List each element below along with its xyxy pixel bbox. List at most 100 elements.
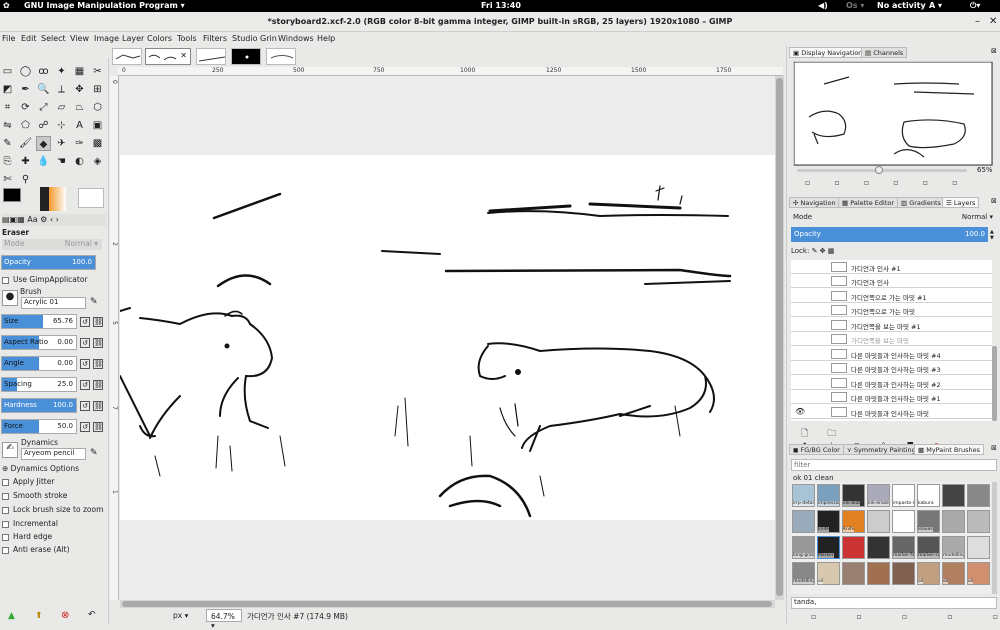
layer-row[interactable]: 가디언과 인사 #1 bbox=[791, 260, 992, 274]
flip-icon[interactable]: ⇋ bbox=[0, 118, 15, 133]
ellipse-select-icon[interactable]: ◯ bbox=[18, 64, 33, 79]
pencil-icon[interactable]: ✎ bbox=[0, 136, 15, 151]
color-select-icon[interactable]: ▦ bbox=[72, 64, 87, 79]
brush-item[interactable] bbox=[967, 484, 990, 507]
menu-colors[interactable]: Colors bbox=[147, 34, 172, 43]
menu-file[interactable]: File bbox=[2, 34, 15, 43]
measure-icon[interactable]: ⟂ bbox=[54, 82, 69, 97]
3d-transform-icon[interactable]: ⬡ bbox=[90, 100, 105, 115]
activity-status[interactable]: No activity bbox=[877, 1, 926, 10]
nav-buttons[interactable]: ▫▫▫▫▫▫ bbox=[805, 178, 982, 187]
layer-row[interactable]: 다른 마밋들과 인사하는 마밋 #1 bbox=[791, 390, 992, 404]
move-icon[interactable]: ✥ bbox=[72, 82, 87, 97]
tab-mypaint-brushes[interactable]: ▩ MyPaint Brushes bbox=[914, 444, 984, 455]
angle-reset-icon[interactable]: ↺ bbox=[80, 359, 90, 369]
brush-filter-input[interactable] bbox=[791, 459, 997, 471]
warp-icon[interactable]: ☍ bbox=[36, 118, 51, 133]
os-indicator[interactable]: Os ▾ bbox=[846, 1, 864, 10]
brush-item[interactable]: modelling bbox=[792, 562, 815, 585]
crop-icon[interactable]: ⌗ bbox=[0, 100, 15, 115]
tab-navigation[interactable]: ✣ Navigation bbox=[789, 197, 840, 208]
image-tab-active[interactable]: ✕ bbox=[145, 48, 191, 65]
layer-row[interactable]: 가디언쪽을 보는 마밋 #1 bbox=[791, 318, 992, 332]
perspective-icon[interactable]: ⏢ bbox=[72, 100, 87, 115]
scissors-select-icon[interactable]: ✂ bbox=[90, 64, 105, 79]
tab-layers[interactable]: ☰ Layers bbox=[942, 197, 980, 208]
canvas-area[interactable] bbox=[119, 76, 775, 600]
menu-windows[interactable]: Windows bbox=[278, 34, 314, 43]
menu-studio-grin[interactable]: Studio Grin bbox=[232, 34, 277, 43]
mode-select[interactable]: Mode Normal ▾ bbox=[2, 239, 102, 250]
vertical-scroll-thumb[interactable] bbox=[776, 78, 783, 596]
restore-tool-preset-icon[interactable]: ⬆ bbox=[35, 611, 43, 621]
brush-item[interactable]: Knife bbox=[842, 510, 865, 533]
layer-opacity-spin[interactable]: ▲ ▼ bbox=[990, 229, 994, 241]
brush-field[interactable]: Acrylic 01 bbox=[21, 297, 86, 309]
force-slider[interactable]: Force 50.0 bbox=[1, 419, 77, 434]
free-select-icon[interactable]: ꝏ bbox=[36, 64, 51, 79]
clock[interactable]: Fri 13:40 bbox=[481, 1, 521, 10]
brush-item[interactable] bbox=[892, 562, 915, 585]
fuzzy-select-icon[interactable]: ✦ bbox=[54, 64, 69, 79]
brush-item[interactable] bbox=[967, 536, 990, 559]
dynamics-field[interactable]: Aryeom pencil bbox=[21, 448, 86, 460]
bucket-fill-icon[interactable]: ◈ bbox=[90, 154, 105, 169]
blur-icon[interactable]: 💧 bbox=[36, 154, 51, 169]
active-brush-preview[interactable] bbox=[40, 187, 66, 211]
reset-tool-options-icon[interactable]: ↶ bbox=[88, 610, 96, 620]
brush-item[interactable] bbox=[867, 562, 890, 585]
smooth-stroke-checkbox[interactable] bbox=[2, 492, 9, 500]
brush-item[interactable] bbox=[967, 510, 990, 533]
menu-view[interactable]: View bbox=[70, 34, 89, 43]
paths-icon[interactable]: ✒ bbox=[18, 82, 33, 97]
brush-item[interactable]: oil bbox=[917, 562, 940, 585]
tab-symmetry-painting[interactable]: ⋎ Symmetry Painting bbox=[843, 444, 920, 455]
lock-position-icon[interactable]: ✥ bbox=[820, 247, 828, 255]
lock-alpha-icon[interactable]: ▦ bbox=[828, 247, 835, 255]
aspect-slider[interactable]: Aspect Ratio 0.00 bbox=[1, 335, 77, 350]
close-icon[interactable]: ✕ bbox=[989, 16, 997, 27]
size-link-icon[interactable]: ⛓ bbox=[93, 317, 103, 327]
size-slider[interactable]: Size 65.76 bbox=[1, 314, 77, 329]
brushes-dock-config-icon[interactable]: ⊠ bbox=[991, 444, 997, 452]
layer-row[interactable]: 👁 다른 마밋들과 인사하는 마밋 bbox=[791, 405, 992, 419]
brush-item[interactable]: long-grass bbox=[792, 536, 815, 559]
layer-row[interactable]: 다른 마밋들과 인사하는 마밋 #3 bbox=[791, 361, 992, 375]
cage-icon[interactable]: ⬠ bbox=[18, 118, 33, 133]
image-canvas[interactable] bbox=[119, 76, 775, 600]
brush-grid-scrollbar[interactable] bbox=[992, 482, 997, 594]
layer-row[interactable]: 가디언쪽으로 가는 마밋 #1 bbox=[791, 289, 992, 303]
horizontal-scrollbar[interactable] bbox=[120, 600, 775, 608]
brush-item[interactable]: kabura bbox=[917, 484, 940, 507]
brush-item[interactable] bbox=[867, 510, 890, 533]
brush-item[interactable] bbox=[792, 510, 815, 533]
opacity-slider[interactable]: Opacity 100.0 bbox=[1, 255, 96, 270]
apply-jitter-checkbox[interactable] bbox=[2, 478, 9, 486]
handle-transform-icon[interactable]: ⊹ bbox=[54, 118, 69, 133]
horizontal-ruler[interactable]: 0 250 500 750 1000 1250 1500 1750 bbox=[118, 67, 783, 76]
use-applicator-row[interactable]: Use GimpApplicator bbox=[2, 275, 88, 291]
brush-item[interactable]: ink-eraser bbox=[867, 484, 890, 507]
menu-layer[interactable]: Layer bbox=[122, 34, 144, 43]
brush-item[interactable]: impressionism bbox=[817, 484, 840, 507]
volume-icon[interactable]: ◀) bbox=[818, 1, 828, 10]
layer-row[interactable]: 가디언쪽으로 가는 마밋 bbox=[791, 303, 992, 317]
vertical-scrollbar[interactable] bbox=[775, 76, 784, 600]
navigation-preview[interactable] bbox=[793, 61, 993, 166]
layer-row[interactable]: 가디언쪽을 보는 마밋 bbox=[791, 332, 992, 346]
brush-item[interactable]: impasto-ink bbox=[892, 484, 915, 507]
use-applicator-checkbox[interactable] bbox=[2, 276, 9, 284]
image-tab-3[interactable] bbox=[196, 48, 226, 65]
brush-actions[interactable]: ▫▫▫▫▫ bbox=[811, 612, 1000, 621]
brush-item[interactable]: oil bbox=[967, 562, 990, 585]
smudge-icon[interactable]: ☚ bbox=[54, 154, 69, 169]
vertical-ruler[interactable]: 0 2 5 7 1 bbox=[110, 76, 119, 600]
scale-icon[interactable]: ⤢ bbox=[36, 100, 51, 115]
anti-erase-checkbox[interactable] bbox=[2, 546, 9, 554]
aspect-link-icon[interactable]: ⛓ bbox=[93, 338, 103, 348]
tab-display-navigation[interactable]: ▣ Display Navigation bbox=[789, 47, 867, 58]
layer-row[interactable]: 가디언과 인사 bbox=[791, 274, 992, 288]
mypaint-brush-icon[interactable]: ▩ bbox=[90, 136, 105, 151]
brush-preview[interactable]: ● bbox=[2, 290, 18, 306]
brush-item[interactable]: knife bbox=[817, 510, 840, 533]
